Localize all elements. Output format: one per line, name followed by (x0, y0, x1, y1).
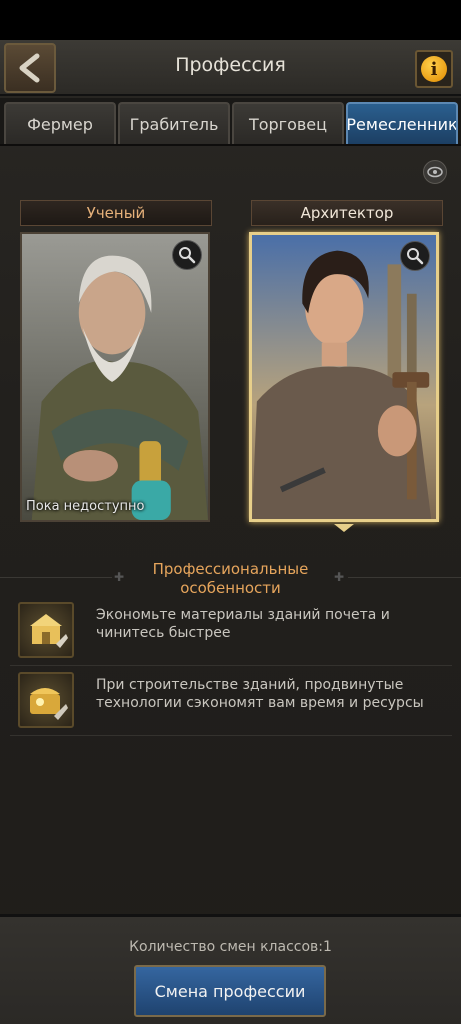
feature-text: При строительстве зданий, продвинутые те… (96, 677, 424, 711)
profession-screen: Профессия i Фермер Грабитель Торговец Ре… (0, 0, 461, 1024)
tab-farmer[interactable]: Фермер (4, 102, 116, 144)
feature-row: Экономьте материалы зданий почета и чини… (10, 598, 452, 666)
header: Профессия i (0, 40, 461, 96)
architect-portrait (252, 235, 436, 519)
feature-row: При строительстве зданий, продвинутые те… (10, 668, 452, 736)
tab-robber[interactable]: Грабитель (118, 102, 230, 144)
card-architect[interactable] (249, 232, 439, 522)
card-label-architect: Архитектор (251, 200, 443, 226)
features-title: Профессиональные особенности (0, 560, 461, 598)
eye-icon (427, 166, 443, 178)
card-label-scholar: Ученый (20, 200, 212, 226)
card-scholar[interactable]: Пока недоступно (20, 232, 210, 522)
feature-text: Экономьте материалы зданий почета и чини… (96, 607, 390, 641)
zoom-button-architect[interactable] (400, 241, 430, 271)
treasure-tools-icon (18, 672, 74, 728)
selection-indicator-icon (334, 524, 354, 532)
tab-craftsman[interactable]: Ремесленник (346, 102, 458, 144)
magnifier-icon (407, 248, 424, 265)
info-icon: i (421, 56, 447, 82)
zoom-button-scholar[interactable] (172, 240, 202, 270)
tab-merchant[interactable]: Торговец (232, 102, 344, 144)
change-profession-button[interactable]: Смена профессии (134, 965, 326, 1017)
page-title: Профессия (175, 54, 286, 76)
status-bar (0, 0, 461, 40)
class-change-count: Количество смен классов:1 (129, 939, 332, 955)
building-gold-icon (18, 602, 74, 658)
bottom-bar: Количество смен классов:1 Смена професси… (0, 914, 461, 1024)
magnifier-icon (179, 247, 196, 264)
scholar-portrait (22, 234, 208, 520)
unavailable-status: Пока недоступно (26, 499, 145, 514)
features-title-text: Профессиональные особенности (152, 560, 309, 597)
info-button[interactable]: i (415, 50, 453, 88)
view-toggle-button[interactable] (423, 160, 447, 184)
profession-tabs: Фермер Грабитель Торговец Ремесленник (0, 98, 461, 146)
